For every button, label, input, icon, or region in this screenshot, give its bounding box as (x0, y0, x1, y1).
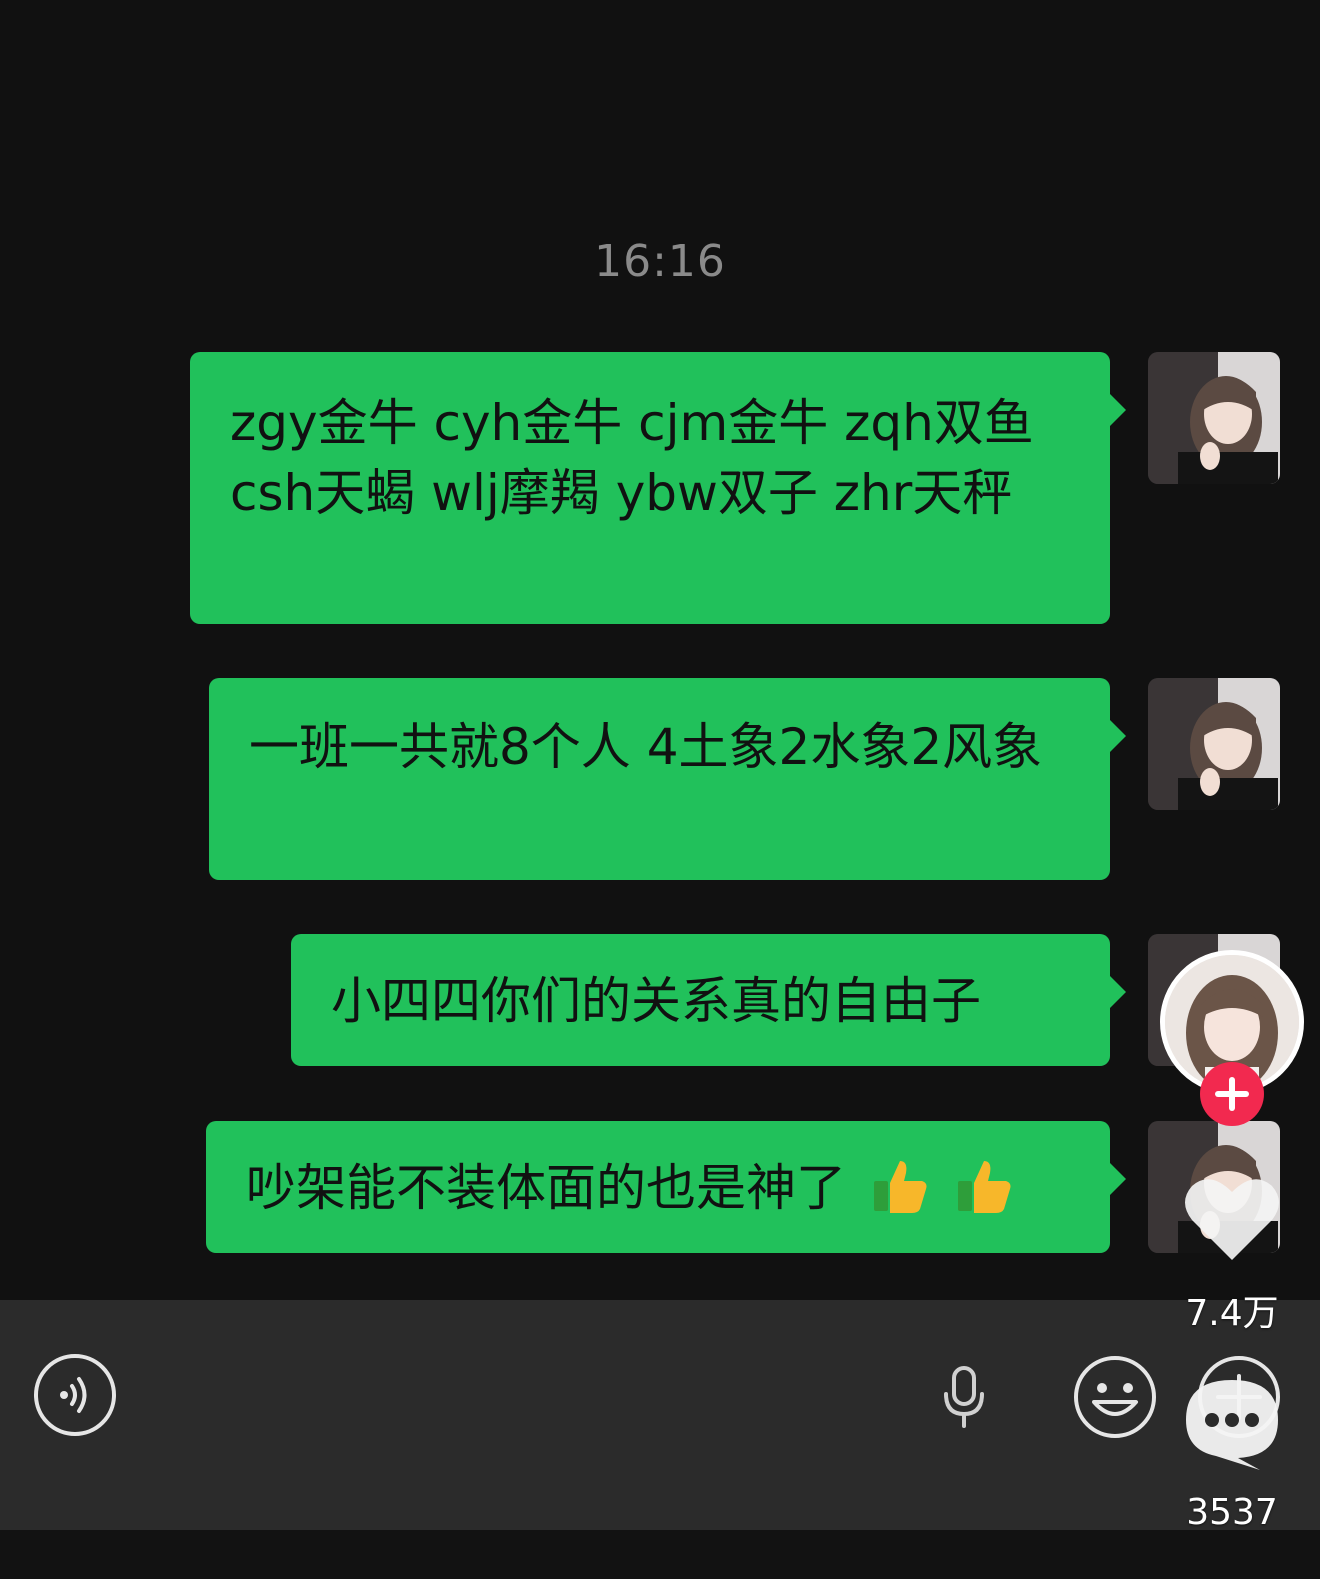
message-row: 吵架能不装体面的也是神了 (0, 1121, 1320, 1255)
message-row: zgy金牛 cyh金牛 cjm金牛 zqh双鱼 csh天蝎 wlj摩羯 ybw双… (0, 352, 1320, 626)
message-bubble[interactable]: 一班一共就8个人 4土象2水象2风象 (209, 678, 1126, 880)
sender-avatar[interactable] (1148, 352, 1280, 484)
message-text: 吵架能不装体面的也是神了 (246, 1159, 846, 1217)
chat-timestamp: 16:16 (594, 236, 726, 287)
microphone-icon[interactable] (940, 1366, 988, 1428)
sender-avatar[interactable] (1148, 678, 1280, 810)
emoji-icon[interactable] (1072, 1354, 1158, 1440)
message-text: 一班一共就8个人 4土象2水象2风象 (249, 718, 1043, 776)
follow-button[interactable] (1200, 1062, 1264, 1126)
plus-icon (1215, 1077, 1249, 1111)
voice-toggle-button[interactable] (34, 1354, 116, 1436)
message-text: zgy金牛 cyh金牛 cjm金牛 zqh双鱼 csh天蝎 wlj摩羯 ybw双… (230, 394, 1034, 522)
message-row: 一班一共就8个人 4土象2水象2风象 (0, 678, 1320, 882)
thumbs-up-icon (957, 1161, 1011, 1213)
chat-input-bar (0, 1300, 1320, 1530)
like-count: 7.4万 (1185, 1293, 1279, 1334)
heart-icon[interactable] (1182, 1172, 1282, 1264)
avatar-image (1148, 352, 1280, 484)
message-bubble[interactable]: 小四四你们的关系真的自由子 (291, 934, 1126, 1066)
message-bubble[interactable]: 吵架能不装体面的也是神了 (206, 1121, 1126, 1253)
bottom-strip (0, 1530, 1320, 1579)
thumbs-up-icon (873, 1161, 927, 1213)
message-row: 小四四你们的关系真的自由子 (0, 934, 1320, 1068)
comment-count: 3537 (1186, 1492, 1278, 1533)
message-text: 小四四你们的关系真的自由子 (331, 972, 981, 1030)
message-input[interactable] (150, 1342, 1150, 1450)
message-bubble[interactable]: zgy金牛 cyh金牛 cjm金牛 zqh双鱼 csh天蝎 wlj摩羯 ybw双… (190, 352, 1126, 624)
avatar-image (1148, 678, 1280, 810)
voice-icon (60, 1377, 87, 1413)
comment-icon[interactable] (1182, 1376, 1282, 1472)
